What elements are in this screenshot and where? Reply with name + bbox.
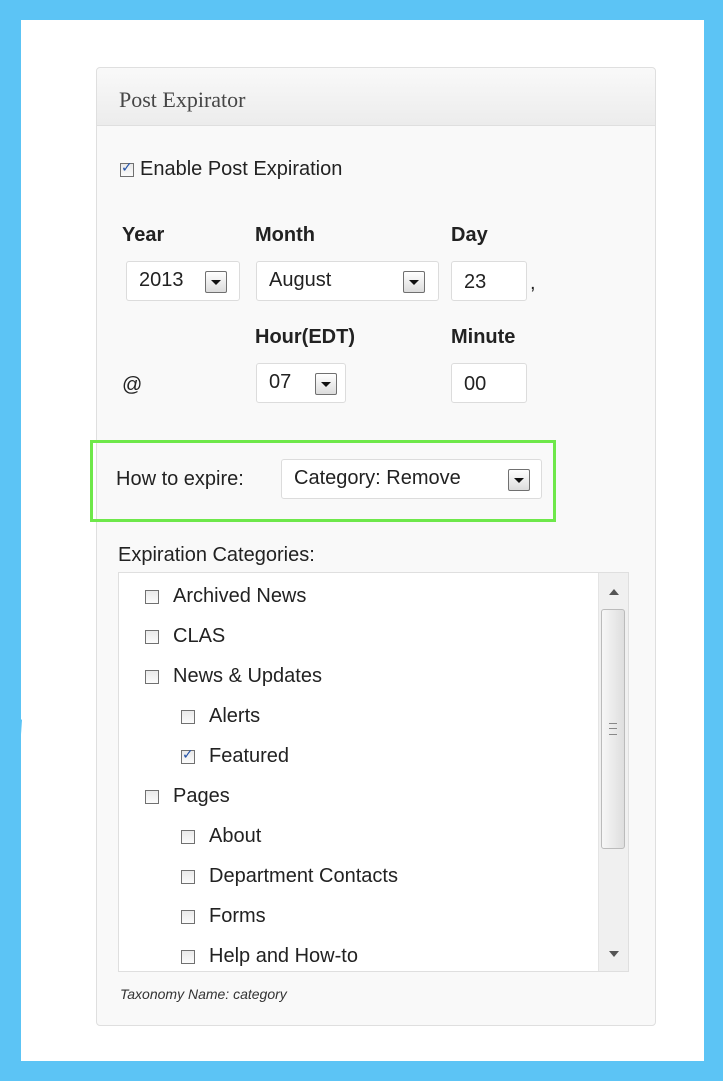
category-checkbox-alerts[interactable]	[181, 710, 195, 724]
year-select[interactable]: 2013	[126, 261, 240, 301]
category-label-alerts: Alerts	[209, 705, 261, 727]
how-to-expire-label: How to expire:	[116, 468, 244, 490]
categories-scrollbar[interactable]	[598, 573, 628, 971]
date-comma: ,	[530, 272, 536, 294]
minute-value: 00	[464, 373, 487, 395]
scroll-up-arrow-icon[interactable]	[609, 589, 619, 595]
taxonomy-note: Taxonomy Name: category	[120, 986, 287, 1002]
category-checkbox-clas[interactable]	[145, 630, 159, 644]
how-to-expire-value: Category: Remove	[294, 467, 461, 489]
chevron-down-icon[interactable]	[403, 271, 425, 293]
category-label-pages: Pages	[173, 785, 230, 807]
category-checkbox-featured[interactable]	[181, 747, 195, 764]
at-symbol: @	[122, 374, 143, 396]
category-checkbox-forms[interactable]	[181, 910, 195, 924]
expiration-categories-label: Expiration Categories:	[118, 544, 315, 566]
category-label-news-updates: News & Updates	[173, 665, 322, 687]
year-label: Year	[122, 224, 165, 246]
category-label-department-contacts: Department Contacts	[209, 865, 398, 887]
chevron-down-icon[interactable]	[205, 271, 227, 293]
category-label-about: About	[209, 825, 262, 847]
grip-icon	[609, 723, 617, 735]
category-checkbox-department-contacts[interactable]	[181, 870, 195, 884]
chevron-down-icon[interactable]	[508, 469, 530, 491]
category-checkbox-news-updates[interactable]	[145, 670, 159, 684]
month-select[interactable]: August	[256, 261, 439, 301]
year-value: 2013	[139, 269, 184, 291]
hour-value: 07	[269, 371, 292, 393]
scrollbar-thumb[interactable]	[601, 609, 625, 849]
category-checkbox-pages[interactable]	[145, 790, 159, 804]
day-value: 23	[464, 271, 487, 293]
category-label-archived-news: Archived News	[173, 585, 307, 607]
scroll-down-arrow-icon[interactable]	[609, 951, 619, 957]
minute-label: Minute	[451, 326, 516, 348]
enable-expiration-checkbox[interactable]	[120, 160, 134, 177]
category-checkbox-archived-news[interactable]	[145, 590, 159, 604]
month-value: August	[269, 269, 332, 291]
minute-input[interactable]: 00	[451, 363, 527, 403]
enable-expiration-label: Enable Post Expiration	[140, 158, 343, 180]
category-label-featured: Featured	[209, 745, 290, 767]
category-label-forms: Forms	[209, 905, 266, 927]
callout-pointer	[0, 700, 22, 1040]
day-input[interactable]: 23	[451, 261, 527, 301]
panel-title: Post Expirator	[119, 87, 246, 112]
hour-select[interactable]: 07	[256, 363, 346, 403]
month-label: Month	[255, 224, 315, 246]
category-label-help-and-how-to: Help and How-to	[209, 945, 358, 967]
how-to-expire-select[interactable]: Category: Remove	[281, 459, 542, 499]
day-label: Day	[451, 224, 488, 246]
hour-label: Hour(EDT)	[255, 326, 355, 348]
expiration-categories-list[interactable]: Archived News CLAS News & Updates Alerts…	[118, 572, 629, 972]
category-checkbox-about[interactable]	[181, 830, 195, 844]
chevron-down-icon[interactable]	[315, 373, 337, 395]
category-checkbox-help-and-how-to[interactable]	[181, 950, 195, 964]
category-label-clas: CLAS	[173, 625, 226, 647]
